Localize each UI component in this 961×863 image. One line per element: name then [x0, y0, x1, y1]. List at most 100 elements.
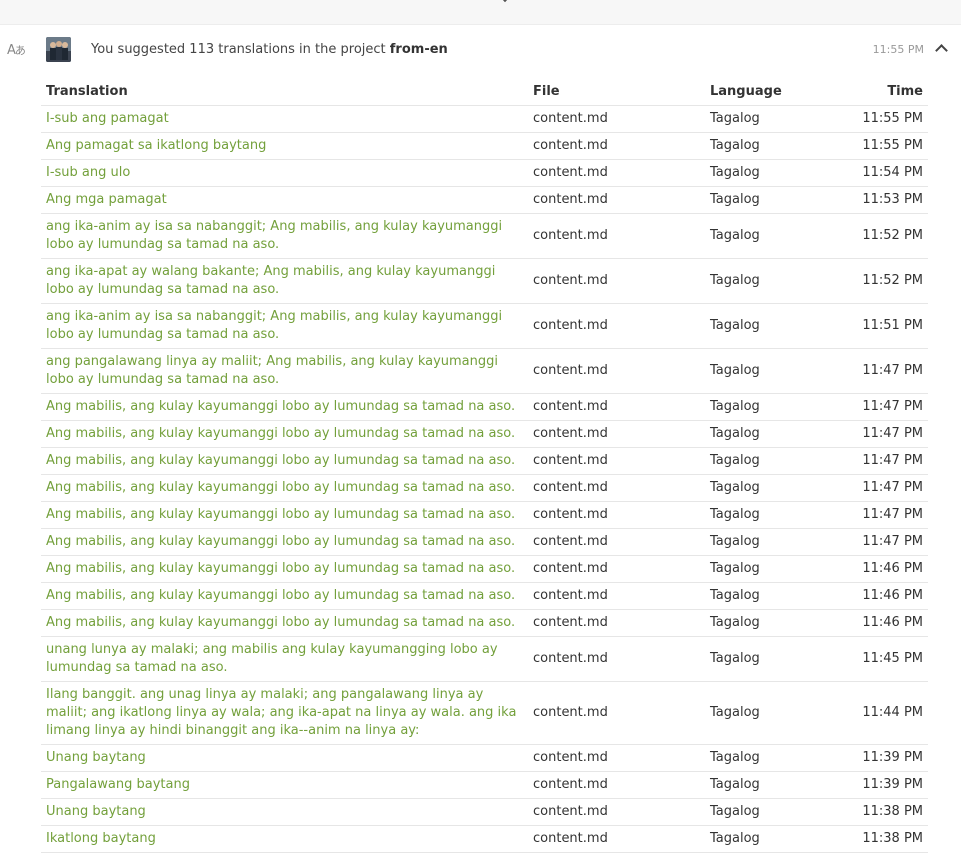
language-name: Tagalog — [705, 474, 825, 502]
file-name: content.md — [528, 798, 705, 826]
translation-text[interactable]: I-sub ang pamagat — [41, 105, 528, 133]
translation-text[interactable]: Ang mabilis, ang kulay kayumanggi lobo a… — [41, 582, 528, 610]
translation-text[interactable]: Pangalawang baytang — [41, 771, 528, 799]
translation-text[interactable]: Ang mabilis, ang kulay kayumanggi lobo a… — [41, 420, 528, 448]
translation-text[interactable]: Ang mabilis, ang kulay kayumanggi lobo a… — [41, 393, 528, 421]
avatar[interactable] — [46, 37, 71, 62]
translation-text[interactable]: I-sub ang ulo — [41, 159, 528, 187]
time-cell: 11:45 PM — [825, 636, 928, 682]
translation-text[interactable]: Unang baytang — [41, 798, 528, 826]
file-name: content.md — [528, 213, 705, 259]
language-name: Tagalog — [705, 798, 825, 826]
table-row: I-sub ang pamagat content.md Tagalog 11:55 … — [41, 105, 928, 133]
translation-text[interactable]: ang ika-anim ay isa sa nabanggit; Ang ma… — [41, 213, 528, 259]
translation-text[interactable]: Ang mabilis, ang kulay kayumanggi lobo a… — [41, 474, 528, 502]
table-row: Unang baytang content.md Tagalog 11:39 PM — [41, 744, 928, 772]
time-cell: 11:46 PM — [825, 609, 928, 637]
translation-text[interactable]: Ang mabilis, ang kulay kayumanggi lobo a… — [41, 447, 528, 475]
table-body: I-sub ang pamagat content.md Tagalog 11:55 … — [41, 105, 928, 853]
translation-text[interactable]: Ang mabilis, ang kulay kayumanggi lobo a… — [41, 501, 528, 529]
table-header-row: Translation File Language Time — [41, 78, 928, 106]
time-cell: 11:55 PM — [825, 132, 928, 160]
column-header-language: Language — [705, 78, 825, 106]
language-name: Tagalog — [705, 582, 825, 610]
file-name: content.md — [528, 105, 705, 133]
table-row: Ang pamagat sa ikatlong baytang content.m… — [41, 132, 928, 160]
table-row: Pangalawang baytang content.md Tagalog 11:3… — [41, 771, 928, 799]
table-row: unang lunya ay malaki; ang mabilis ang k… — [41, 636, 928, 682]
translation-text[interactable]: Ang mabilis, ang kulay kayumanggi lobo a… — [41, 609, 528, 637]
file-name: content.md — [528, 825, 705, 853]
table-row: Ang mabilis, ang kulay kayumanggi lobo a… — [41, 501, 928, 529]
table-row: Unang baytang content.md Tagalog 11:38 PM — [41, 798, 928, 826]
file-name: content.md — [528, 447, 705, 475]
summary-text: You suggested 113 translations in the pr… — [91, 42, 386, 57]
table-row: Ang mabilis, ang kulay kayumanggi lobo a… — [41, 555, 928, 583]
file-name: content.md — [528, 420, 705, 448]
file-name: content.md — [528, 393, 705, 421]
language-name: Tagalog — [705, 555, 825, 583]
language-name: Tagalog — [705, 825, 825, 853]
column-header-time: Time — [825, 78, 928, 106]
translation-text[interactable]: Ang mabilis, ang kulay kayumanggi lobo a… — [41, 555, 528, 583]
chevron-down-icon[interactable] — [497, 0, 513, 3]
translation-text[interactable]: Unang baytang — [41, 744, 528, 772]
time-cell: 11:39 PM — [825, 771, 928, 799]
language-name: Tagalog — [705, 609, 825, 637]
file-name: content.md — [528, 474, 705, 502]
activity-summary: You suggested 113 translations in the pr… — [91, 40, 448, 60]
translation-text[interactable]: Ang mabilis, ang kulay kayumanggi lobo a… — [41, 528, 528, 556]
time-cell: 11:46 PM — [825, 555, 928, 583]
language-name: Tagalog — [705, 186, 825, 214]
translation-text[interactable]: ang ika-anim ay isa sa nabanggit; Ang ma… — [41, 303, 528, 349]
chevron-up-icon[interactable] — [933, 42, 949, 56]
table-row: Ikatlong baytang content.md Tagalog 11:38 P… — [41, 825, 928, 853]
table-row: ang ika-anim ay isa sa nabanggit; Ang ma… — [41, 213, 928, 259]
language-name: Tagalog — [705, 771, 825, 799]
translation-text[interactable]: Ang mga pamagat — [41, 186, 528, 214]
file-name: content.md — [528, 636, 705, 682]
time-cell: 11:53 PM — [825, 186, 928, 214]
language-name: Tagalog — [705, 303, 825, 349]
translation-text[interactable]: Ilang banggit. ang unag linya ay malaki;… — [41, 681, 528, 745]
table-row: Ang mabilis, ang kulay kayumanggi lobo a… — [41, 420, 928, 448]
translate-icon: Aあ — [7, 43, 26, 58]
language-name: Tagalog — [705, 744, 825, 772]
table-row: Ang mabilis, ang kulay kayumanggi lobo a… — [41, 609, 928, 637]
time-cell: 11:44 PM — [825, 681, 928, 745]
table-row: Ang mabilis, ang kulay kayumanggi lobo a… — [41, 474, 928, 502]
file-name: content.md — [528, 555, 705, 583]
time-cell: 11:39 PM — [825, 744, 928, 772]
translation-text[interactable]: ang pangalawang linya ay maliit; Ang mab… — [41, 348, 528, 394]
file-name: content.md — [528, 681, 705, 745]
project-link[interactable]: from-en — [390, 42, 448, 57]
column-header-translation: Translation — [41, 78, 528, 106]
time-cell: 11:38 PM — [825, 798, 928, 826]
translation-text[interactable]: unang lunya ay malaki; ang mabilis ang k… — [41, 636, 528, 682]
translations-table: Translation File Language Time I-sub ang… — [41, 78, 928, 853]
table-row: Ang mga pamagat content.md Tagalog 11:53 PM — [41, 186, 928, 214]
time-cell: 11:47 PM — [825, 474, 928, 502]
time-cell: 11:47 PM — [825, 528, 928, 556]
activity-timestamp: 11:55 PM — [872, 43, 924, 56]
language-name: Tagalog — [705, 132, 825, 160]
language-name: Tagalog — [705, 105, 825, 133]
file-name: content.md — [528, 528, 705, 556]
language-name: Tagalog — [705, 636, 825, 682]
table-row: Ang mabilis, ang kulay kayumanggi lobo a… — [41, 582, 928, 610]
file-name: content.md — [528, 186, 705, 214]
language-name: Tagalog — [705, 393, 825, 421]
table-row: Ang mabilis, ang kulay kayumanggi lobo a… — [41, 528, 928, 556]
time-cell: 11:51 PM — [825, 303, 928, 349]
time-cell: 11:55 PM — [825, 105, 928, 133]
language-name: Tagalog — [705, 681, 825, 745]
file-name: content.md — [528, 348, 705, 394]
table-row: ang ika-anim ay isa sa nabanggit; Ang ma… — [41, 303, 928, 349]
time-cell: 11:47 PM — [825, 447, 928, 475]
translation-text[interactable]: Ikatlong baytang — [41, 825, 528, 853]
file-name: content.md — [528, 258, 705, 304]
top-strip — [0, 0, 961, 25]
time-cell: 11:38 PM — [825, 825, 928, 853]
translation-text[interactable]: Ang pamagat sa ikatlong baytang — [41, 132, 528, 160]
translation-text[interactable]: ang ika-apat ay walang bakante; Ang mabi… — [41, 258, 528, 304]
